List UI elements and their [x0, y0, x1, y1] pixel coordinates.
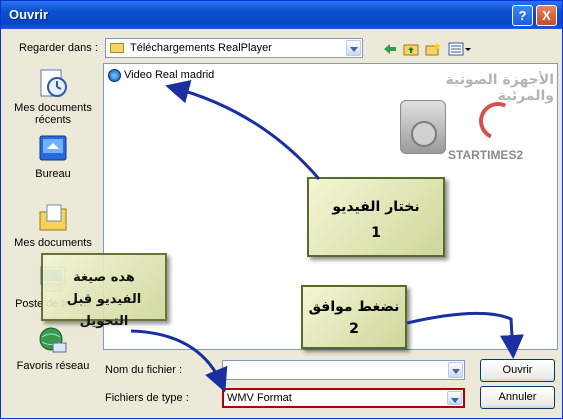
title-bar[interactable]: Ouvrir ? X — [1, 1, 562, 29]
callout-press-ok: نضغط موافق 2 — [301, 285, 407, 349]
close-button[interactable]: X — [536, 5, 557, 26]
filename-label: Nom du fichier : — [105, 364, 183, 376]
callout-number: 1 — [371, 225, 381, 241]
place-recent-documents[interactable]: Mes documents récents — [8, 67, 98, 126]
callout-text: نضغط موافق — [308, 299, 400, 315]
cancel-button[interactable]: Annuler — [480, 386, 555, 409]
my-documents-icon — [37, 202, 69, 234]
look-in-label: Regarder dans : — [19, 42, 98, 54]
chevron-down-icon[interactable] — [346, 40, 361, 56]
place-my-documents[interactable]: Mes documents — [8, 202, 98, 249]
callout-select-video: نختار الفيديو 1 — [307, 177, 445, 257]
place-label: Mes documents — [14, 237, 92, 249]
place-label: Bureau — [35, 168, 71, 180]
startimes-watermark: الأجهزة الصوتية والمرئية STARTIMES2 — [394, 70, 554, 170]
filetype-select[interactable]: WMV Format — [222, 388, 465, 408]
place-label: Mes documents récents — [14, 102, 92, 126]
view-menu-icon[interactable] — [448, 41, 472, 57]
watermark-brand: STARTIMES2 — [448, 148, 524, 162]
media-player-logo — [400, 100, 446, 154]
chevron-down-icon[interactable] — [448, 362, 463, 378]
callout-number: 2 — [349, 321, 359, 337]
open-button[interactable]: Ouvrir — [480, 359, 555, 382]
window-title: Ouvrir — [9, 7, 49, 22]
place-label: Favoris réseau — [16, 360, 90, 372]
chevron-down-icon[interactable] — [447, 391, 462, 405]
folder-icon — [110, 43, 124, 53]
place-desktop[interactable]: Bureau — [8, 133, 98, 180]
filename-input[interactable] — [222, 360, 465, 380]
file-name: Video Real madrid — [124, 69, 215, 81]
desktop-icon — [37, 133, 69, 165]
look-in-select[interactable]: Téléchargements RealPlayer — [105, 38, 363, 58]
realplayer-file-icon — [108, 69, 121, 82]
new-folder-icon[interactable] — [425, 41, 441, 57]
filetype-value: WMV Format — [227, 392, 292, 404]
recent-documents-icon — [37, 67, 69, 99]
callout-text: نختار الفيديو — [332, 199, 420, 215]
look-in-value: Téléchargements RealPlayer — [130, 42, 272, 54]
help-button[interactable]: ? — [512, 5, 533, 26]
up-folder-icon[interactable] — [403, 41, 419, 57]
filetype-label: Fichiers de type : — [105, 392, 189, 404]
callout-format-before-conversion: هده صيغة الفيديو قبل التحويل — [41, 253, 167, 329]
back-icon[interactable] — [382, 41, 398, 57]
callout-text: هده صيغة الفيديو قبل التحويل — [66, 270, 142, 329]
open-dialog: Ouvrir ? X Regarder dans : Téléchargemen… — [0, 0, 563, 419]
